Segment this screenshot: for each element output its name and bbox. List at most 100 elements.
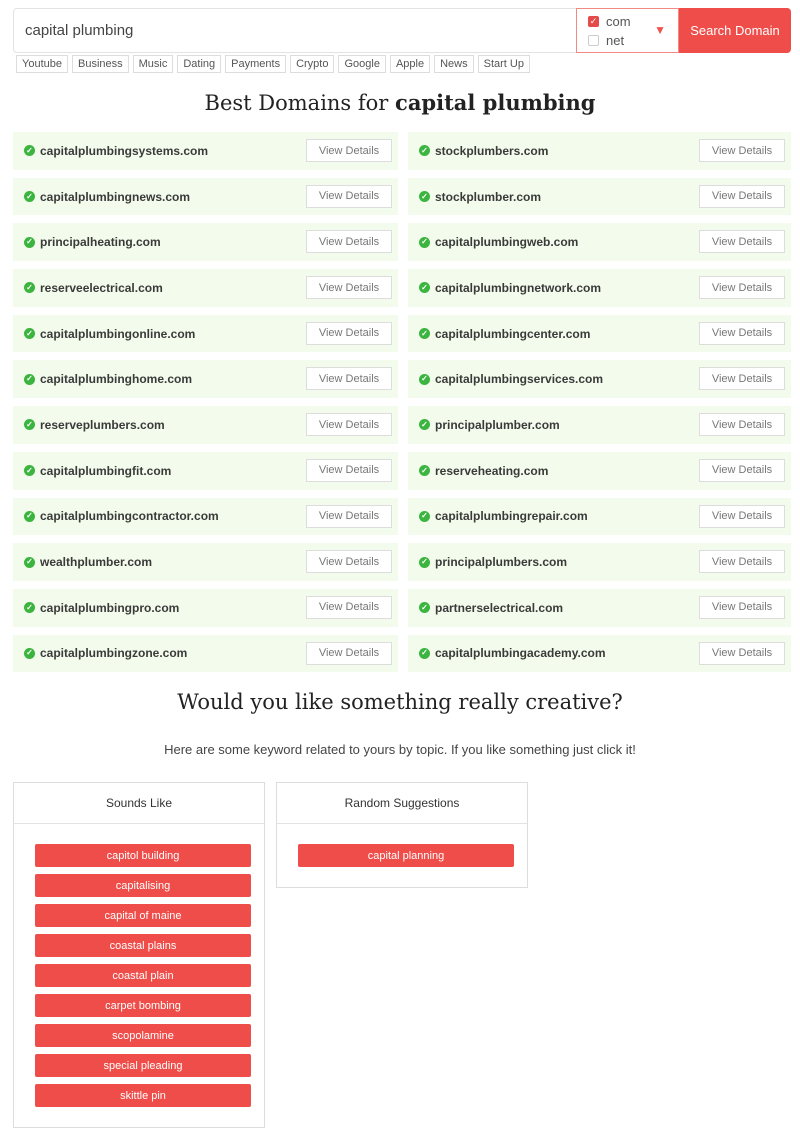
- suggestion-button[interactable]: coastal plain: [35, 964, 251, 987]
- suggestion-button[interactable]: capitalising: [35, 874, 251, 897]
- category-tag-youtube[interactable]: Youtube: [16, 55, 68, 73]
- check-circle-icon: ✓: [419, 419, 430, 431]
- search-domain-button[interactable]: Search Domain: [679, 8, 791, 53]
- sounds-like-list: capitol building capitalising capital of m…: [14, 824, 264, 1107]
- domain-name: capitalplumbingservices.com: [435, 372, 604, 387]
- check-circle-icon: ✓: [24, 373, 35, 385]
- view-details-button[interactable]: View Details: [306, 276, 392, 300]
- check-circle-icon: ✓: [419, 647, 430, 659]
- domain-row: ✓ partnerselectrical.com View Details: [408, 588, 791, 627]
- domain-row: ✓ principalplumbers.com View Details: [408, 543, 791, 581]
- category-tags: Youtube Business Music Dating Payments Crypto…: [16, 55, 530, 73]
- check-circle-icon: ✓: [24, 282, 35, 294]
- view-details-button[interactable]: View Details: [306, 139, 392, 162]
- domain-row: ✓ capitalplumbingcontractor.com View Detai…: [13, 497, 398, 536]
- view-details-button[interactable]: View Details: [699, 504, 785, 528]
- view-details-button[interactable]: View Details: [306, 230, 392, 254]
- view-details-button[interactable]: View Details: [699, 550, 785, 574]
- category-tag-start-up[interactable]: Start Up: [477, 55, 530, 73]
- view-details-button[interactable]: View Details: [699, 641, 785, 665]
- creative-title: Would you like something really creative…: [177, 690, 623, 714]
- domain-row: ✓ capitalplumbingcenter.com View Details: [408, 314, 791, 353]
- suggestion-button[interactable]: coastal plains: [35, 934, 251, 957]
- view-details-button[interactable]: View Details: [699, 321, 785, 345]
- checkbox-icon[interactable]: ✓: [588, 16, 599, 27]
- view-details-button[interactable]: View Details: [699, 184, 785, 208]
- suggestion-button[interactable]: capitol building: [35, 844, 251, 867]
- category-tag-payments[interactable]: Payments: [225, 55, 287, 73]
- view-details-button[interactable]: View Details: [306, 184, 392, 208]
- category-tag-news[interactable]: News: [434, 55, 474, 73]
- category-tag-apple[interactable]: Apple: [389, 55, 431, 73]
- suggestion-button[interactable]: carpet bombing: [35, 994, 251, 1017]
- suggestion-button[interactable]: skittle pin: [35, 1084, 251, 1107]
- check-circle-icon: ✓: [419, 236, 430, 248]
- domain-name: capitalplumbingpro.com: [40, 600, 180, 615]
- domain-row: ✓ reserveplumbers.com View Details: [13, 406, 398, 444]
- view-details-button[interactable]: View Details: [699, 230, 785, 254]
- category-tag-crypto[interactable]: Crypto: [290, 55, 335, 73]
- domain-name: wealthplumber.com: [40, 555, 153, 570]
- domain-name: capitalplumbingnetwork.com: [435, 280, 602, 295]
- domain-name: reserveheating.com: [435, 463, 549, 478]
- domain-name: stockplumber.com: [435, 189, 542, 204]
- domain-name: capitalplumbinghome.com: [40, 372, 193, 387]
- domain-name: principalplumbers.com: [435, 555, 568, 570]
- tld-option-net[interactable]: net: [588, 33, 624, 48]
- view-details-button[interactable]: View Details: [306, 321, 392, 345]
- check-circle-icon: ✓: [419, 145, 430, 157]
- category-tag-business[interactable]: Business: [71, 55, 129, 73]
- domain-row: ✓ principalheating.com View Details: [13, 223, 398, 262]
- view-details-button[interactable]: View Details: [306, 458, 392, 482]
- domain-name: reserveplumbers.com: [40, 417, 165, 432]
- domain-name: capitalplumbingrepair.com: [435, 509, 588, 524]
- check-circle-icon: ✓: [24, 191, 35, 203]
- view-details-button[interactable]: View Details: [699, 139, 785, 162]
- domain-name: capitalplumbingfit.com: [40, 463, 172, 478]
- checkbox-icon[interactable]: [588, 35, 599, 46]
- tld-option-com[interactable]: ✓ com: [588, 14, 631, 29]
- domain-row: ✓ stockplumber.com View Details: [408, 177, 791, 216]
- domain-name: principalheating.com: [40, 235, 161, 250]
- check-circle-icon: ✓: [24, 236, 35, 248]
- domain-name: capitalplumbingacademy.com: [435, 646, 606, 661]
- view-details-button[interactable]: View Details: [306, 504, 392, 528]
- domain-row: ✓ capitalplumbingfit.com View Details: [13, 451, 398, 490]
- category-tag-dating[interactable]: Dating: [177, 55, 222, 73]
- category-tag-music[interactable]: Music: [132, 55, 174, 73]
- suggestion-button[interactable]: special pleading: [35, 1054, 251, 1077]
- view-details-button[interactable]: View Details: [306, 595, 392, 619]
- check-circle-icon: ✓: [419, 556, 430, 568]
- search-input[interactable]: [14, 9, 576, 52]
- page-title: Best Domains for capital plumbing: [0, 90, 800, 115]
- check-circle-icon: ✓: [24, 465, 35, 477]
- view-details-button[interactable]: View Details: [699, 413, 785, 437]
- domain-results: ✓ capitalplumbingsystems.com View Details ✓…: [13, 132, 791, 673]
- view-details-button[interactable]: View Details: [699, 367, 785, 391]
- view-details-button[interactable]: View Details: [306, 550, 392, 574]
- category-tag-google[interactable]: Google: [338, 55, 386, 73]
- view-details-button[interactable]: View Details: [306, 641, 392, 665]
- check-circle-icon: ✓: [24, 328, 35, 340]
- domain-row: ✓ reserveheating.com View Details: [408, 451, 791, 490]
- domain-row: ✓ capitalplumbingnews.com View Details: [13, 177, 398, 216]
- domain-row: ✓ capitalplumbingnetwork.com View Details: [408, 269, 791, 307]
- view-details-button[interactable]: View Details: [306, 413, 392, 437]
- check-circle-icon: ✓: [419, 602, 430, 614]
- view-details-button[interactable]: View Details: [306, 367, 392, 391]
- check-circle-icon: ✓: [419, 191, 430, 203]
- check-circle-icon: ✓: [24, 145, 35, 157]
- tld-selector[interactable]: ✓ com net ▼: [576, 8, 679, 53]
- suggestion-button[interactable]: capital planning: [298, 844, 514, 867]
- suggestion-button[interactable]: capital of maine: [35, 904, 251, 927]
- view-details-button[interactable]: View Details: [699, 595, 785, 619]
- suggestion-button[interactable]: scopolamine: [35, 1024, 251, 1047]
- view-details-button[interactable]: View Details: [699, 458, 785, 482]
- sounds-like-heading: Sounds Like: [14, 783, 264, 824]
- tld-label: net: [606, 33, 625, 48]
- view-details-button[interactable]: View Details: [699, 276, 785, 300]
- dropdown-arrow-icon[interactable]: ▼: [654, 23, 666, 37]
- check-circle-icon: ✓: [419, 373, 430, 385]
- check-circle-icon: ✓: [24, 419, 35, 431]
- domain-row: ✓ wealthplumber.com View Details: [13, 543, 398, 581]
